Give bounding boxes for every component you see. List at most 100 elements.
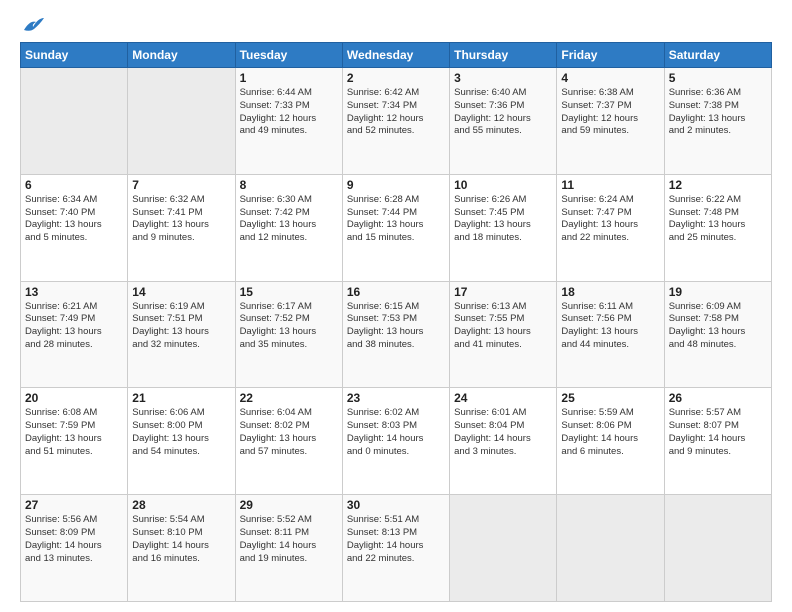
day-info: Sunrise: 6:19 AM Sunset: 7:51 PM Dayligh… [132, 301, 230, 352]
day-number: 4 [561, 71, 659, 85]
day-number: 8 [240, 178, 338, 192]
weekday-wednesday: Wednesday [342, 43, 449, 68]
calendar-cell: 25 Sunrise: 5:59 AM Sunset: 8:06 PM Dayli… [557, 388, 664, 495]
calendar-cell: 16 Sunrise: 6:15 AM Sunset: 7:53 PM Dayli… [342, 281, 449, 388]
day-number: 16 [347, 285, 445, 299]
day-number: 3 [454, 71, 552, 85]
day-info: Sunrise: 6:06 AM Sunset: 8:00 PM Dayligh… [132, 407, 230, 458]
day-info: Sunrise: 6:02 AM Sunset: 8:03 PM Dayligh… [347, 407, 445, 458]
day-info: Sunrise: 6:21 AM Sunset: 7:49 PM Dayligh… [25, 301, 123, 352]
day-info: Sunrise: 5:56 AM Sunset: 8:09 PM Dayligh… [25, 514, 123, 565]
calendar-cell: 19 Sunrise: 6:09 AM Sunset: 7:58 PM Dayli… [664, 281, 771, 388]
week-row-1: 6 Sunrise: 6:34 AM Sunset: 7:40 PM Daylig… [21, 174, 772, 281]
calendar-cell [450, 495, 557, 602]
day-number: 11 [561, 178, 659, 192]
weekday-monday: Monday [128, 43, 235, 68]
day-info: Sunrise: 6:24 AM Sunset: 7:47 PM Dayligh… [561, 194, 659, 245]
day-number: 19 [669, 285, 767, 299]
calendar-cell: 28Sunrise: 5:54 AM Sunset: 8:10 PM Dayli… [128, 495, 235, 602]
day-number: 2 [347, 71, 445, 85]
weekday-tuesday: Tuesday [235, 43, 342, 68]
logo-text [20, 16, 44, 34]
day-info: Sunrise: 5:51 AM Sunset: 8:13 PM Dayligh… [347, 514, 445, 565]
day-number: 18 [561, 285, 659, 299]
day-number: 17 [454, 285, 552, 299]
calendar-cell: 8 Sunrise: 6:30 AM Sunset: 7:42 PM Daylig… [235, 174, 342, 281]
logo-bird-icon [22, 16, 44, 34]
week-row-0: 1Sunrise: 6:44 AM Sunset: 7:33 PM Daylig… [21, 68, 772, 175]
day-number: 9 [347, 178, 445, 192]
calendar-cell [128, 68, 235, 175]
weekday-header-row: SundayMondayTuesdayWednesdayThursdayFrid… [21, 43, 772, 68]
day-number: 22 [240, 391, 338, 405]
day-info: Sunrise: 6:17 AM Sunset: 7:52 PM Dayligh… [240, 301, 338, 352]
calendar-cell: 2 Sunrise: 6:42 AM Sunset: 7:34 PM Daylig… [342, 68, 449, 175]
calendar-cell: 15 Sunrise: 6:17 AM Sunset: 7:52 PM Dayli… [235, 281, 342, 388]
weekday-friday: Friday [557, 43, 664, 68]
calendar-cell: 29 Sunrise: 5:52 AM Sunset: 8:11 PM Dayli… [235, 495, 342, 602]
day-number: 30 [347, 498, 445, 512]
calendar-cell [557, 495, 664, 602]
calendar-cell: 22 Sunrise: 6:04 AM Sunset: 8:02 PM Dayli… [235, 388, 342, 495]
calendar-cell: 17 Sunrise: 6:13 AM Sunset: 7:55 PM Dayli… [450, 281, 557, 388]
calendar-cell: 6 Sunrise: 6:34 AM Sunset: 7:40 PM Daylig… [21, 174, 128, 281]
day-info: Sunrise: 6:22 AM Sunset: 7:48 PM Dayligh… [669, 194, 767, 245]
page: SundayMondayTuesdayWednesdayThursdayFrid… [0, 0, 792, 612]
day-number: 7 [132, 178, 230, 192]
calendar-cell: 24Sunrise: 6:01 AM Sunset: 8:04 PM Dayli… [450, 388, 557, 495]
day-info: Sunrise: 6:08 AM Sunset: 7:59 PM Dayligh… [25, 407, 123, 458]
day-info: Sunrise: 6:40 AM Sunset: 7:36 PM Dayligh… [454, 87, 552, 138]
weekday-saturday: Saturday [664, 43, 771, 68]
calendar-cell: 5 Sunrise: 6:36 AM Sunset: 7:38 PM Daylig… [664, 68, 771, 175]
day-info: Sunrise: 5:54 AM Sunset: 8:10 PM Dayligh… [132, 514, 230, 565]
day-info: Sunrise: 6:36 AM Sunset: 7:38 PM Dayligh… [669, 87, 767, 138]
calendar-cell: 1Sunrise: 6:44 AM Sunset: 7:33 PM Daylig… [235, 68, 342, 175]
day-number: 23 [347, 391, 445, 405]
day-info: Sunrise: 5:52 AM Sunset: 8:11 PM Dayligh… [240, 514, 338, 565]
day-info: Sunrise: 5:57 AM Sunset: 8:07 PM Dayligh… [669, 407, 767, 458]
calendar-cell: 18 Sunrise: 6:11 AM Sunset: 7:56 PM Dayli… [557, 281, 664, 388]
calendar-cell [21, 68, 128, 175]
calendar-cell: 13 Sunrise: 6:21 AM Sunset: 7:49 PM Dayli… [21, 281, 128, 388]
calendar-cell: 21 Sunrise: 6:06 AM Sunset: 8:00 PM Dayli… [128, 388, 235, 495]
day-info: Sunrise: 6:32 AM Sunset: 7:41 PM Dayligh… [132, 194, 230, 245]
day-number: 13 [25, 285, 123, 299]
calendar-cell: 26 Sunrise: 5:57 AM Sunset: 8:07 PM Dayli… [664, 388, 771, 495]
day-number: 21 [132, 391, 230, 405]
calendar-cell: 11 Sunrise: 6:24 AM Sunset: 7:47 PM Dayli… [557, 174, 664, 281]
day-number: 5 [669, 71, 767, 85]
day-info: Sunrise: 6:15 AM Sunset: 7:53 PM Dayligh… [347, 301, 445, 352]
day-info: Sunrise: 6:28 AM Sunset: 7:44 PM Dayligh… [347, 194, 445, 245]
day-number: 14 [132, 285, 230, 299]
week-row-4: 27 Sunrise: 5:56 AM Sunset: 8:09 PM Dayli… [21, 495, 772, 602]
day-number: 1 [240, 71, 338, 85]
day-info: Sunrise: 6:09 AM Sunset: 7:58 PM Dayligh… [669, 301, 767, 352]
calendar-cell: 10 Sunrise: 6:26 AM Sunset: 7:45 PM Dayli… [450, 174, 557, 281]
day-info: Sunrise: 6:13 AM Sunset: 7:55 PM Dayligh… [454, 301, 552, 352]
day-number: 6 [25, 178, 123, 192]
day-number: 20 [25, 391, 123, 405]
calendar-cell: 20 Sunrise: 6:08 AM Sunset: 7:59 PM Dayli… [21, 388, 128, 495]
header [20, 16, 772, 34]
day-number: 27 [25, 498, 123, 512]
day-number: 29 [240, 498, 338, 512]
day-info: Sunrise: 6:30 AM Sunset: 7:42 PM Dayligh… [240, 194, 338, 245]
day-info: Sunrise: 6:04 AM Sunset: 8:02 PM Dayligh… [240, 407, 338, 458]
day-info: Sunrise: 6:26 AM Sunset: 7:45 PM Dayligh… [454, 194, 552, 245]
day-info: Sunrise: 6:11 AM Sunset: 7:56 PM Dayligh… [561, 301, 659, 352]
day-info: Sunrise: 6:34 AM Sunset: 7:40 PM Dayligh… [25, 194, 123, 245]
calendar-cell: 27 Sunrise: 5:56 AM Sunset: 8:09 PM Dayli… [21, 495, 128, 602]
day-number: 26 [669, 391, 767, 405]
calendar-cell: 3 Sunrise: 6:40 AM Sunset: 7:36 PM Daylig… [450, 68, 557, 175]
day-number: 10 [454, 178, 552, 192]
day-info: Sunrise: 5:59 AM Sunset: 8:06 PM Dayligh… [561, 407, 659, 458]
calendar-cell [664, 495, 771, 602]
calendar-cell: 9 Sunrise: 6:28 AM Sunset: 7:44 PM Daylig… [342, 174, 449, 281]
day-info: Sunrise: 6:38 AM Sunset: 7:37 PM Dayligh… [561, 87, 659, 138]
day-info: Sunrise: 6:42 AM Sunset: 7:34 PM Dayligh… [347, 87, 445, 138]
day-number: 15 [240, 285, 338, 299]
calendar-cell: 14 Sunrise: 6:19 AM Sunset: 7:51 PM Dayli… [128, 281, 235, 388]
day-number: 25 [561, 391, 659, 405]
day-number: 12 [669, 178, 767, 192]
calendar-cell: 23 Sunrise: 6:02 AM Sunset: 8:03 PM Dayli… [342, 388, 449, 495]
